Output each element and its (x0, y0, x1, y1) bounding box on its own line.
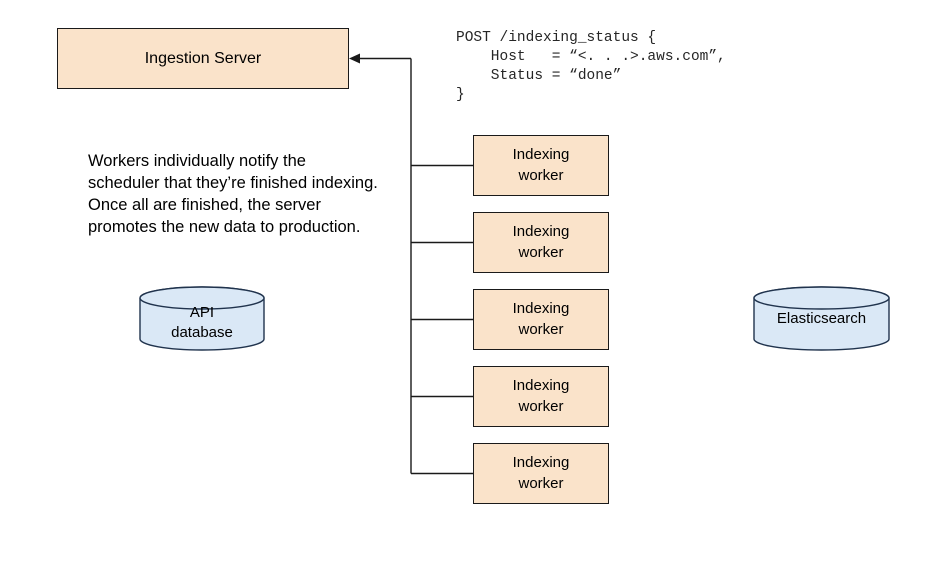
indexing-worker-label: Indexing worker (512, 377, 570, 415)
elasticsearch-node[interactable]: Elasticsearch (753, 286, 890, 351)
diagram-canvas: Ingestion Server POST /indexing_status {… (0, 0, 949, 573)
indexing-worker-label: Indexing worker (512, 300, 570, 338)
cylinder-shape-icon (753, 286, 890, 351)
indexing-worker-node[interactable]: Indexing worker (473, 366, 609, 427)
indexing-worker-node[interactable]: Indexing worker (473, 212, 609, 273)
arrowhead-icon (349, 53, 360, 64)
ingestion-server-node[interactable]: Ingestion Server (57, 28, 349, 89)
api-database-node[interactable]: API database (139, 286, 265, 351)
indexing-worker-node[interactable]: Indexing worker (473, 289, 609, 350)
indexing-worker-node[interactable]: Indexing worker (473, 443, 609, 504)
ingestion-server-label: Ingestion Server (144, 49, 262, 67)
indexing-worker-label: Indexing worker (512, 223, 570, 261)
cylinder-shape-icon (139, 286, 265, 351)
indexing-worker-label: Indexing worker (512, 146, 570, 184)
indexing-worker-node[interactable]: Indexing worker (473, 135, 609, 196)
description-text: Workers individually notify the schedule… (88, 152, 378, 237)
request-snippet-text: POST /indexing_status { Host = “<. . .>.… (456, 30, 726, 103)
indexing-worker-label: Indexing worker (512, 454, 570, 492)
